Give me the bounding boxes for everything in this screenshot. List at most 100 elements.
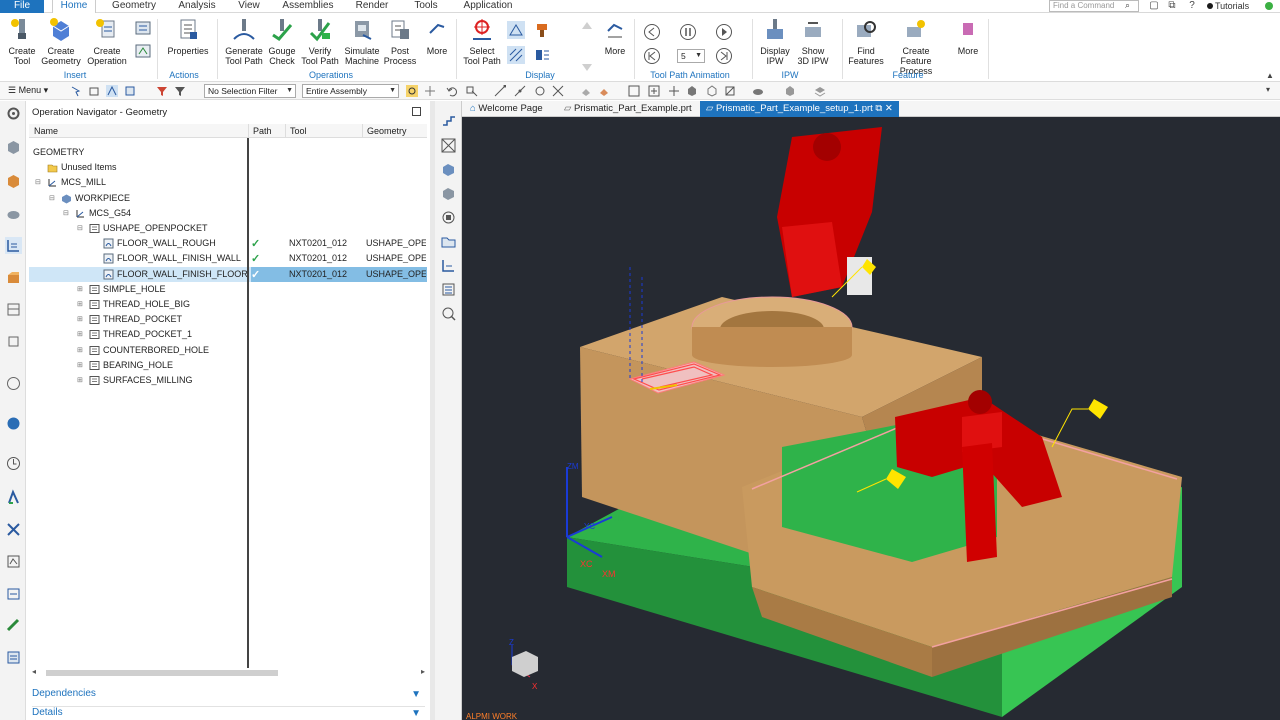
- roles-icon[interactable]: [5, 521, 22, 538]
- palette-icon[interactable]: [5, 649, 22, 666]
- graphics-viewport[interactable]: ZM YC YM XC XM Z X ALPMI WORK: [462, 117, 1280, 720]
- find-features-button[interactable]: Find Features: [846, 17, 886, 66]
- fast-forward-icon[interactable]: [715, 47, 733, 65]
- system-materials-icon[interactable]: [5, 553, 22, 570]
- process-studio-icon[interactable]: [5, 489, 22, 506]
- tab-file[interactable]: File: [0, 0, 44, 13]
- tree-row[interactable]: ⊞ THREAD_POCKET_1: [29, 327, 427, 342]
- zoom-icon[interactable]: [648, 85, 660, 97]
- create-feature-process-button[interactable]: Create Feature Process: [886, 17, 946, 76]
- tree-row[interactable]: Unused Items: [29, 160, 427, 175]
- ipw-display-icon[interactable]: [533, 46, 551, 64]
- tool-display-icon[interactable]: [533, 21, 551, 39]
- post-process-button[interactable]: Post Process: [383, 17, 417, 66]
- column-separator[interactable]: [248, 124, 249, 138]
- globe-icon[interactable]: [5, 415, 22, 432]
- scroll-right-icon[interactable]: ▸: [421, 667, 425, 676]
- verify-toolpath-button[interactable]: Verify Tool Path: [300, 17, 340, 66]
- properties-button[interactable]: Properties: [166, 17, 210, 56]
- settings-icon[interactable]: [5, 105, 22, 122]
- toolpath-list-icon[interactable]: [440, 281, 457, 298]
- tab-application[interactable]: Application: [456, 0, 520, 13]
- snap-intersection-icon[interactable]: [552, 85, 564, 97]
- dependencies-panel-header[interactable]: Dependencies ▼: [32, 688, 425, 704]
- snap-midpoint-icon[interactable]: [514, 85, 526, 97]
- orient-view-icon[interactable]: [440, 257, 457, 274]
- create-tool-button[interactable]: Create Tool: [6, 17, 38, 66]
- filter-icon[interactable]: [156, 85, 168, 97]
- measure-icon[interactable]: [440, 305, 457, 322]
- tree-row[interactable]: ⊟ MCS_MILL: [29, 175, 427, 190]
- display-mode-icon[interactable]: [752, 85, 764, 97]
- snap-endpoint-icon[interactable]: [494, 85, 506, 97]
- view-orient-icon[interactable]: [580, 85, 592, 97]
- ribbon-collapse-icon[interactable]: ▲: [1266, 71, 1274, 80]
- close-icon[interactable]: ✕: [885, 103, 893, 114]
- system-scenes-icon[interactable]: [5, 585, 22, 602]
- tree-row[interactable]: ⊞ SIMPLE_HOLE: [29, 282, 427, 297]
- tree-row[interactable]: FLOOR_WALL_ROUGH ✓ NXT0201_012 USHAPE_OPENP…: [29, 236, 427, 251]
- select-icon[interactable]: [70, 85, 82, 97]
- ipw-steps-icon[interactable]: [440, 111, 457, 128]
- undo-icon[interactable]: [446, 85, 458, 97]
- tutorials-link[interactable]: Tutorials: [1207, 0, 1249, 12]
- tab-view[interactable]: View: [232, 0, 266, 13]
- fit-view-icon[interactable]: [440, 137, 457, 154]
- play-icon[interactable]: [715, 23, 733, 41]
- windows-icon[interactable]: ⧉: [1166, 0, 1178, 12]
- up-arrow-icon[interactable]: [578, 19, 596, 37]
- background-icon[interactable]: [784, 85, 796, 97]
- machining-feature-navigator-icon[interactable]: [5, 269, 22, 286]
- select-feature-icon[interactable]: [88, 85, 100, 97]
- tab-prismatic-part-setup[interactable]: ▱ Prismatic_Part_Example_setup_1.prt ⧉ ✕: [700, 101, 899, 117]
- details-panel-header[interactable]: Details ▼: [32, 706, 425, 720]
- create-geometry-button[interactable]: Create Geometry: [40, 17, 82, 66]
- animation-speed-select[interactable]: 5 ▼: [677, 49, 705, 63]
- shaded-view-icon[interactable]: [686, 85, 698, 97]
- gouge-check-button[interactable]: Gouge Check: [265, 17, 299, 66]
- fit-icon[interactable]: [628, 85, 640, 97]
- hd3d-tools-icon[interactable]: [5, 333, 22, 350]
- view-triad[interactable]: Z X: [509, 638, 538, 691]
- scrollbar-thumb[interactable]: [46, 670, 278, 676]
- tab-welcome-page[interactable]: ⌂ Welcome Page: [470, 103, 543, 114]
- column-tool[interactable]: Tool: [290, 126, 307, 136]
- tab-prismatic-part[interactable]: ▱ Prismatic_Part_Example.prt: [564, 103, 692, 114]
- display-more-button[interactable]: More: [602, 17, 628, 56]
- scroll-left-icon[interactable]: ◂: [32, 667, 36, 676]
- expand-icon[interactable]: ⊞: [77, 300, 83, 308]
- open-folder-icon[interactable]: [440, 233, 457, 250]
- history-icon[interactable]: [5, 455, 22, 472]
- tree-row[interactable]: GEOMETRY: [29, 145, 427, 160]
- tab-home[interactable]: Home: [52, 0, 96, 13]
- right-clamp-nut[interactable]: [968, 390, 992, 414]
- machine-tool-view-icon[interactable]: [134, 42, 152, 60]
- maximize-icon[interactable]: [412, 107, 421, 116]
- column-separator[interactable]: [362, 124, 363, 138]
- selection-filter-select[interactable]: No Selection Filter ▼: [204, 84, 296, 98]
- top-clamp-nut[interactable]: [813, 133, 841, 161]
- pause-icon[interactable]: [679, 23, 697, 41]
- simulate-machine-button[interactable]: Simulate Machine: [342, 17, 382, 66]
- tree-row[interactable]: ⊟ WORKPIECE: [29, 191, 427, 206]
- selection-options-icon[interactable]: [466, 85, 478, 97]
- display-ipw-button[interactable]: Display IPW: [758, 17, 792, 66]
- tab-render[interactable]: Render: [348, 0, 396, 13]
- tree-row[interactable]: ⊞ SURFACES_MILLING: [29, 373, 427, 388]
- expand-icon[interactable]: ⊞: [77, 346, 83, 354]
- tree-row[interactable]: ⊟ USHAPE_OPENPOCKET: [29, 221, 427, 236]
- snap-icon[interactable]: [406, 85, 418, 97]
- rewind-icon[interactable]: [643, 47, 661, 65]
- collapse-icon[interactable]: ⊟: [77, 224, 83, 232]
- hatch-display-icon[interactable]: [507, 46, 525, 64]
- render-style-icon[interactable]: [598, 85, 610, 97]
- machine-view-icon[interactable]: [440, 209, 457, 226]
- tree-row[interactable]: FLOOR_WALL_FINISH_WALL ✓ NXT0201_012 USHAPE…: [29, 251, 427, 266]
- select-face-icon[interactable]: [124, 85, 136, 97]
- select-toolpath-button[interactable]: Select Tool Path: [462, 17, 502, 66]
- expand-icon[interactable]: ⊞: [77, 330, 83, 338]
- expand-icon[interactable]: ⊞: [77, 361, 83, 369]
- assembly-scope-select[interactable]: Entire Assembly ▼: [302, 84, 399, 98]
- web-browser-icon[interactable]: [5, 375, 22, 392]
- collapse-icon[interactable]: ⊟: [63, 209, 69, 217]
